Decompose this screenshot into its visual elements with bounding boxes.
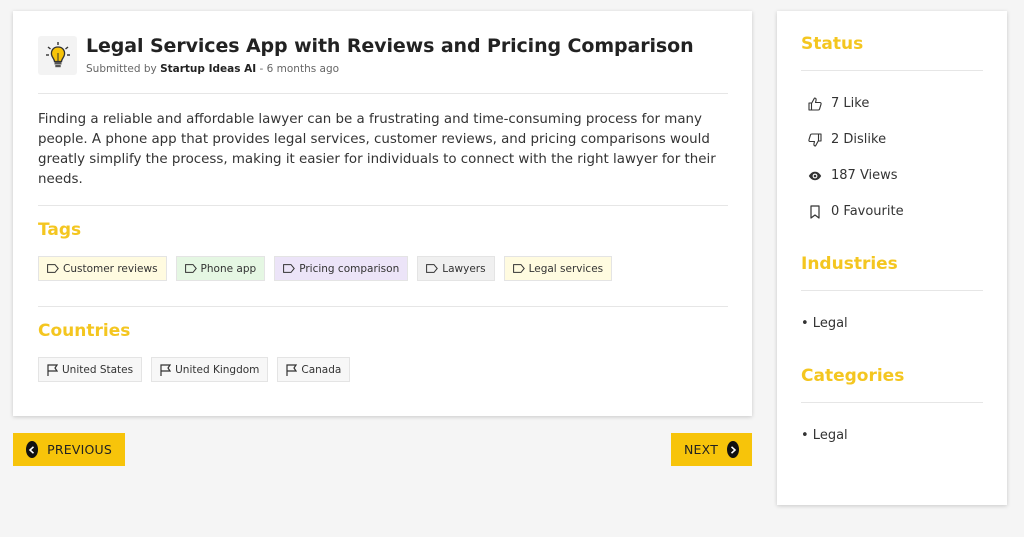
submitted-prefix: Submitted by (86, 63, 157, 75)
idea-logo (38, 36, 77, 75)
tag-label: Customer reviews (63, 262, 158, 275)
flag-icon (160, 363, 172, 376)
tag-icon (184, 264, 197, 273)
tag-legal-services[interactable]: Legal services (503, 256, 613, 281)
tags-heading: Tags (38, 220, 82, 240)
views-stat: 187 Views (808, 168, 898, 183)
thumbs-up-icon (808, 96, 822, 111)
divider (801, 70, 983, 71)
divider (801, 290, 983, 291)
tags-list: Customer reviews Phone app Pricing compa… (38, 256, 613, 281)
country-label: United States (62, 363, 134, 376)
divider (38, 93, 728, 94)
categories-heading: Categories (801, 366, 905, 386)
country-label: Canada (301, 363, 342, 376)
author-link[interactable]: Startup Ideas AI (160, 63, 256, 75)
tag-icon (283, 264, 296, 273)
arrow-right-icon (727, 441, 739, 458)
countries-heading: Countries (38, 321, 131, 341)
arrow-left-icon (26, 441, 39, 458)
tag-label: Legal services (528, 262, 604, 275)
idea-title: Legal Services App with Reviews and Pric… (86, 35, 694, 57)
tag-label: Phone app (200, 262, 257, 275)
favourite-stat[interactable]: 0 Favourite (808, 204, 904, 219)
tag-icon (512, 264, 525, 273)
divider (38, 306, 728, 307)
favourite-count: 0 Favourite (831, 204, 904, 219)
views-count: 187 Views (831, 168, 898, 183)
bookmark-icon (810, 204, 820, 219)
meta-separator: - (256, 63, 267, 75)
tag-customer-reviews[interactable]: Customer reviews (38, 256, 167, 281)
category-item[interactable]: • Legal (801, 428, 848, 443)
flag-icon (286, 363, 298, 376)
tag-label: Pricing comparison (299, 262, 400, 275)
country-label: United Kingdom (175, 363, 260, 376)
sidebar-card: Status 7 Like 2 Dislike 187 Views 0 Favo… (777, 11, 1007, 505)
eye-icon (808, 171, 822, 180)
tag-lawyers[interactable]: Lawyers (417, 256, 495, 281)
tag-phone-app[interactable]: Phone app (175, 256, 266, 281)
idea-description: Finding a reliable and affordable lawyer… (38, 112, 716, 187)
tag-icon (47, 264, 59, 273)
industry-item[interactable]: • Legal (801, 316, 848, 331)
divider (38, 205, 728, 206)
industries-heading: Industries (801, 254, 898, 274)
dislike-stat[interactable]: 2 Dislike (808, 132, 886, 147)
country-united-states[interactable]: United States (38, 357, 143, 382)
thumbs-down-icon (808, 132, 822, 147)
submission-meta: Submitted by Startup Ideas AI - 6 months… (86, 63, 339, 75)
countries-list: United States United Kingdom Canada (38, 357, 351, 382)
next-label: NEXT (684, 442, 719, 457)
like-count: 7 Like (831, 96, 870, 111)
country-canada[interactable]: Canada (277, 357, 351, 382)
flag-icon (47, 363, 58, 376)
time-ago: 6 months ago (266, 63, 340, 75)
tag-pricing-comparison[interactable]: Pricing comparison (274, 256, 409, 281)
tag-icon (426, 264, 439, 273)
country-united-kingdom[interactable]: United Kingdom (151, 357, 269, 382)
status-heading: Status (801, 34, 864, 54)
idea-card: Legal Services App with Reviews and Pric… (13, 11, 752, 416)
lightbulb-icon (45, 41, 70, 67)
divider (801, 402, 983, 403)
previous-label: PREVIOUS (47, 442, 112, 457)
next-button[interactable]: NEXT (671, 433, 752, 466)
tag-label: Lawyers (442, 262, 486, 275)
dislike-count: 2 Dislike (831, 132, 887, 147)
previous-button[interactable]: PREVIOUS (13, 433, 125, 466)
like-stat[interactable]: 7 Like (808, 96, 869, 111)
